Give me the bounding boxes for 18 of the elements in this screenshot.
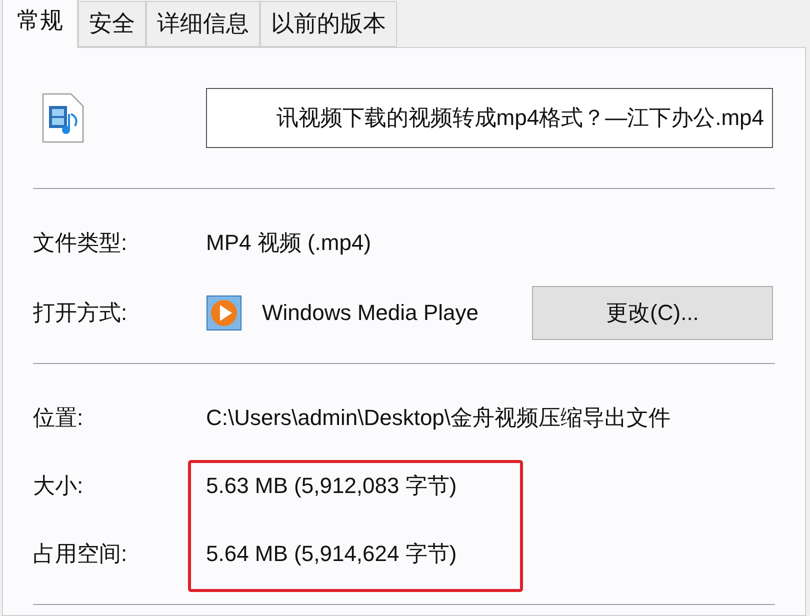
tab[interactable]: 详细信息: [146, 1, 260, 47]
tab[interactable]: 以前的版本: [260, 1, 397, 47]
field-value: 5.64 MB (5,914,624 字节): [206, 540, 458, 568]
change-button[interactable]: 更改(C)...: [532, 286, 773, 340]
field-label: 文件类型:: [33, 229, 128, 257]
file-type-value: MP4 视频 (.mp4): [206, 229, 372, 257]
video-file-icon: [41, 92, 85, 144]
field-value: C:\Users\admin\Desktop\金舟视频压缩导出文件: [206, 404, 672, 432]
tab[interactable]: 安全: [78, 1, 146, 47]
field-value: 5.63 MB (5,912,083 字节): [206, 472, 458, 500]
field-label: 打开方式:: [33, 299, 128, 327]
field-label: 大小:: [33, 472, 84, 500]
app-name: Windows Media Playe: [262, 300, 478, 326]
field-label: 位置:: [33, 404, 84, 432]
tab[interactable]: 常规: [2, 0, 78, 48]
media-player-icon: [206, 295, 242, 331]
field-label: 占用空间:: [33, 540, 128, 568]
file-name-field[interactable]: 讯视频下载的视频转成mp4格式？—江下办公.mp4: [206, 88, 773, 148]
